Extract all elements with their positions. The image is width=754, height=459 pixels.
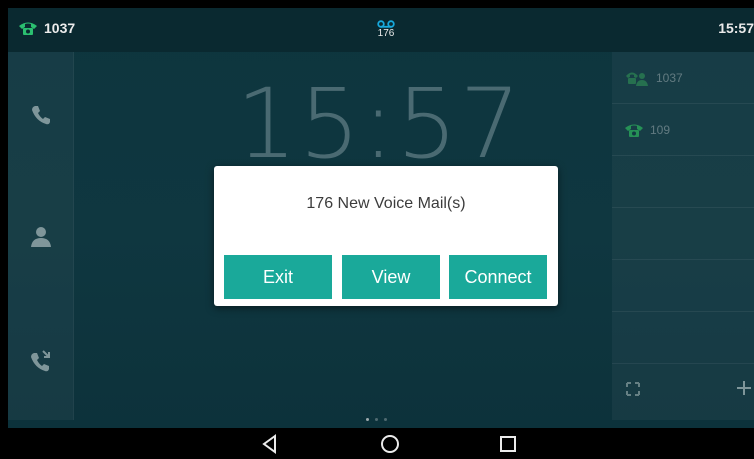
exit-button[interactable]: Exit — [224, 255, 332, 299]
phone-screen: 1037 176 15:57 15:57 1037 109 176 New Vo… — [8, 8, 754, 459]
dialog-message: 176 New Voice Mail(s) — [306, 195, 466, 212]
connect-button[interactable]: Connect — [449, 255, 547, 299]
voicemail-dialog: 176 New Voice Mail(s) Exit View Connect — [214, 166, 558, 306]
view-button[interactable]: View — [342, 255, 440, 299]
